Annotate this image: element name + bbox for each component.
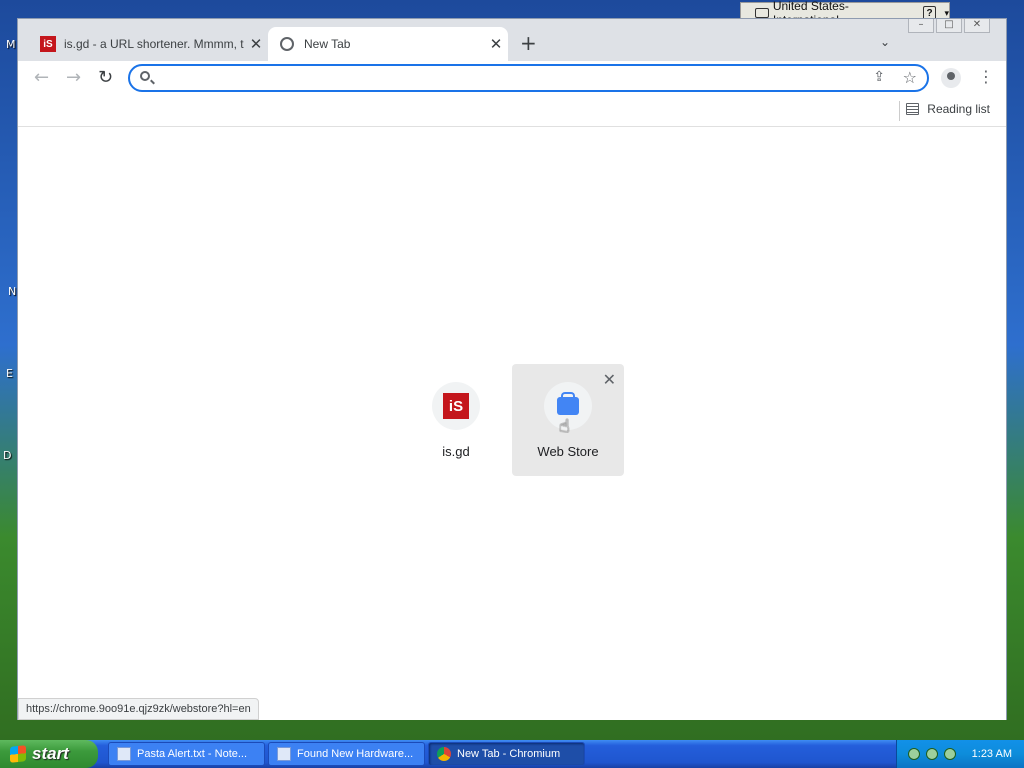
close-tab-icon[interactable]: ✕ [484, 35, 508, 53]
tab-title: is.gd - a URL shortener. Mmmm, ta [64, 37, 244, 51]
web-store-icon [557, 392, 579, 415]
hardware-wizard-icon [277, 747, 291, 761]
profile-avatar-icon[interactable] [941, 68, 961, 88]
clock: 1:23 AM [971, 748, 1012, 760]
tab-new-tab[interactable]: New Tab ✕ [268, 27, 508, 61]
new-tab-page: iS is.gd ✕ Web Store ☝ https://chrome.9o… [18, 128, 1006, 720]
share-icon[interactable]: ⇪ [873, 69, 885, 85]
reading-list-label: Reading list [927, 102, 990, 116]
desktop-icon-label: E [6, 367, 13, 380]
browser-toolbar: ← → ↻ ⇪ ☆ ⋮ [18, 61, 1006, 95]
bookmarks-bar: Reading list [18, 95, 1006, 127]
reload-icon[interactable]: ↻ [98, 67, 113, 88]
bookmarks-divider [899, 101, 900, 121]
shortcut-icon-container: iS [432, 382, 480, 430]
start-label: start [32, 744, 69, 763]
options-arrow-icon[interactable]: ▾ [944, 8, 949, 19]
taskbar-item-label: Found New Hardware... [297, 748, 414, 760]
taskbar: start Pasta Alert.txt - Note... Found Ne… [0, 740, 1024, 768]
taskbar-item-notepad[interactable]: Pasta Alert.txt - Note... [108, 742, 265, 766]
tab-search-chevron-icon[interactable]: ⌄ [880, 35, 890, 49]
windows-logo-icon [10, 745, 26, 763]
hand-cursor-icon: ☝ [559, 416, 570, 437]
tray-network-icon[interactable] [943, 748, 956, 760]
taskbar-item-chromium[interactable]: New Tab - Chromium [428, 742, 585, 766]
tray-security-icon[interactable] [907, 748, 920, 760]
reading-list-button[interactable]: Reading list [906, 102, 990, 116]
shortcut-label: is.gd [442, 444, 470, 459]
isgd-logo-icon: iS [443, 393, 469, 419]
notepad-icon [117, 747, 131, 761]
keyboard-icon [755, 8, 769, 18]
tab-title: New Tab [304, 37, 351, 51]
search-icon [140, 71, 150, 81]
tray-hardware-icon[interactable] [925, 748, 938, 760]
back-arrow-icon[interactable]: ← [34, 67, 49, 88]
window-controls: – □ ✕ [908, 19, 990, 33]
shortcut-tile-isgd[interactable]: iS is.gd [400, 364, 512, 476]
taskbar-item-label: Pasta Alert.txt - Note... [137, 748, 248, 760]
forward-arrow-icon[interactable]: → [66, 67, 81, 88]
chromium-icon [437, 747, 451, 761]
system-tray: 1:23 AM [896, 740, 1024, 768]
desktop-icon-label: N [8, 285, 17, 298]
close-window-button[interactable]: ✕ [964, 19, 990, 33]
start-button[interactable]: start [0, 740, 98, 768]
globe-icon [280, 37, 294, 51]
maximize-button[interactable]: □ [936, 19, 962, 33]
new-tab-button[interactable]: + [520, 31, 537, 55]
taskbar-item-hardware[interactable]: Found New Hardware... [268, 742, 425, 766]
desktop-icon-label: M [6, 38, 16, 51]
browser-window: iS is.gd - a URL shortener. Mmmm, ta ✕ N… [17, 18, 1007, 720]
menu-dots-icon[interactable]: ⋮ [978, 67, 994, 86]
status-url-bubble: https://chrome.9oo91e.qjz9zk/webstore?hl… [18, 698, 259, 720]
reading-list-icon [906, 103, 920, 115]
desktop-icon-label: D [3, 449, 12, 462]
tab-isgd[interactable]: iS is.gd - a URL shortener. Mmmm, ta ✕ [32, 27, 268, 61]
bookmark-star-icon[interactable]: ☆ [903, 68, 917, 87]
close-tab-icon[interactable]: ✕ [244, 35, 268, 53]
address-input[interactable] [162, 69, 842, 87]
taskbar-item-label: New Tab - Chromium [457, 748, 561, 760]
isgd-favicon-icon: iS [40, 36, 56, 52]
remove-shortcut-icon[interactable]: ✕ [603, 370, 616, 389]
shortcut-label: Web Store [537, 444, 599, 459]
tab-strip: iS is.gd - a URL shortener. Mmmm, ta ✕ N… [18, 19, 1006, 61]
address-bar[interactable]: ⇪ ☆ [128, 64, 929, 92]
minimize-button[interactable]: – [908, 19, 934, 33]
